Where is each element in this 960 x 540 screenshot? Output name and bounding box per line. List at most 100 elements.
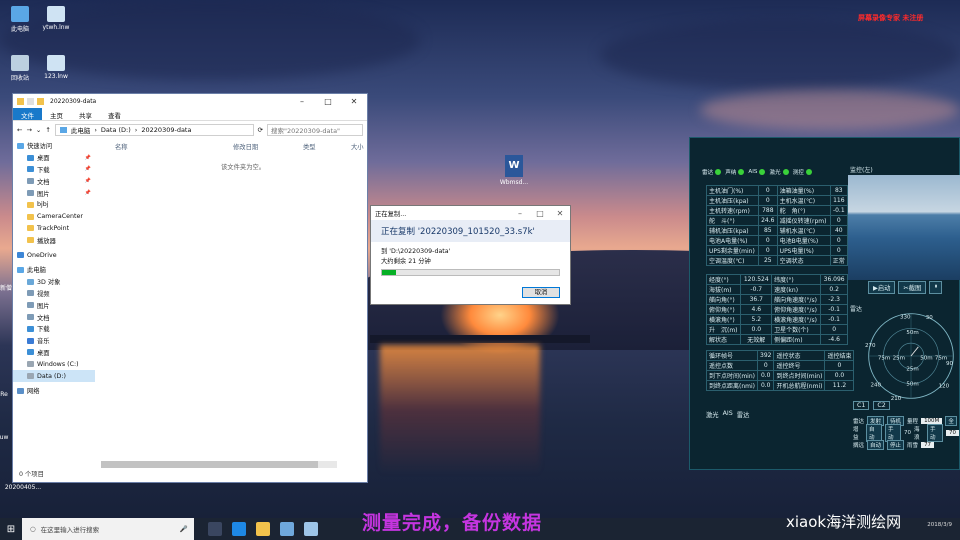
recent-chevron-icon[interactable]: ⌄ [36,126,41,134]
minimize-button[interactable]: – [289,97,315,106]
column-size[interactable]: 大小 [351,142,364,151]
radar-control[interactable]: 70 [946,430,959,436]
ribbon-tab-view[interactable]: 查看 [100,108,129,120]
close-button[interactable]: ✕ [341,97,367,106]
copy-close-button[interactable]: ✕ [550,209,570,218]
camera-pause-button[interactable]: ⏸ [929,281,943,294]
address-bar[interactable]: 此电脑 › Data (D:) › 20220309-data [54,123,254,136]
taskbar-clock[interactable]: 2018/3/9 [927,522,952,528]
search-input[interactable]: 搜索"20220309-data" [267,123,363,136]
copy-dialog-titlebar[interactable]: 正在复制... – □ ✕ [371,206,570,220]
tab-ais[interactable]: AIS [723,410,733,419]
pin-icon[interactable]: 📌 [85,190,91,196]
nav-item[interactable]: 3D 对象 [13,276,95,288]
nav-item[interactable]: 桌面 [13,347,95,359]
breadcrumb-this-pc[interactable]: 此电脑 [71,125,91,135]
nav-item[interactable]: 网络 [13,385,95,397]
camera-screenshot-button[interactable]: ✂截图 [898,281,927,294]
nav-item-label: Data (D:) [37,372,66,380]
maximize-button[interactable]: □ [315,97,341,106]
windows-start-icon[interactable]: ⊞ [0,518,22,540]
explorer-titlebar[interactable]: 20220309-data – □ ✕ [13,94,367,108]
camera-start-button[interactable]: ▶启动 [868,281,896,294]
desktop-icon-recycle-bin[interactable]: 回收站 [0,55,40,82]
tab-laser[interactable]: 激光 [706,410,719,419]
pin-icon[interactable]: 📌 [85,178,91,184]
nav-item[interactable]: 文档 📌 [13,175,95,187]
radar-control[interactable]: 停止 [887,440,905,450]
nav-item[interactable]: 图片 📌 [13,187,95,199]
nav-item[interactable]: 下载 [13,323,95,335]
back-arrow-icon[interactable]: ← [17,126,22,134]
nav-item[interactable]: CameraCenter [13,211,95,223]
cancel-button[interactable]: 取消 [522,287,560,298]
nav-item[interactable]: bjbj [13,199,95,211]
taskbar-search-input[interactable]: ○ 在这里输入进行搜索 🎤 [22,518,194,540]
nav-item[interactable]: Data (D:) [13,370,95,382]
new-folder-icon[interactable] [37,97,44,105]
nav-item[interactable]: 下载 📌 [13,164,95,176]
desktop-word-file[interactable]: W Wbmsd... [496,155,532,186]
microphone-icon[interactable]: 🎤 [180,525,188,533]
tab-radar[interactable]: 雷达 [737,410,750,419]
up-arrow-icon[interactable]: ↑ [45,126,50,134]
desktop-icon-ytwh[interactable]: ytwh.lnw [36,6,76,31]
column-modified[interactable]: 修改日期 [233,142,258,151]
camera-buttons: ▶启动 ✂截图 ⏸ [868,281,943,294]
ribbon-tab-file[interactable]: 文件 [13,108,42,120]
field-value: 0 [824,360,855,371]
copy-maximize-button[interactable]: □ [530,209,550,218]
recorder-overlay-text: 屏幕录像专家 未注册 [858,14,924,22]
horizontal-scrollbar[interactable] [101,461,337,468]
pin-icon[interactable]: 📌 [85,155,91,161]
video-subtitle: 测量完成，备份数据 [362,512,543,534]
nav-item[interactable]: OneDrive [13,249,95,261]
radar-tab-c1[interactable]: C1 [853,401,870,410]
nav-item[interactable]: 播放器 [13,234,95,246]
field-value: -2.3 [820,294,848,305]
radar-control[interactable]: 77 [921,442,935,448]
app-taskbar-icon-2[interactable] [304,522,318,536]
nav-item[interactable]: 桌面 📌 [13,152,95,164]
desktop-icon-123[interactable]: 123.lnw [36,55,76,80]
radar-control[interactable]: 手动 [927,424,943,442]
radar-channel-tabs: C1 C2 [853,401,890,410]
radar-ring-label: 25m [906,367,918,373]
desktop-icon-partial-4[interactable]: 20200405... [0,484,48,491]
nav-item-label: CameraCenter [37,213,83,221]
device-status-item: 测控 [793,168,812,176]
nav-item[interactable]: 视频 [13,288,95,300]
field-value: 36.7 [740,294,773,305]
edge-browser-icon[interactable] [232,522,246,536]
column-type[interactable]: 类型 [303,142,316,151]
field-label: 解状态 [705,334,742,345]
properties-icon[interactable] [27,97,34,105]
copy-minimize-button[interactable]: – [510,209,530,218]
radar-bearing-330: 330 [900,314,911,320]
nav-item[interactable]: 此电脑 [13,264,95,276]
copy-progress-dialog: 正在复制... – □ ✕ 正在复制 '20220309_101520_33.s… [370,205,571,305]
nav-item-icon [27,325,34,332]
pc-icon [59,126,67,133]
nav-item[interactable]: Windows (C:) [13,358,95,370]
nav-item[interactable]: TrackPoint [13,223,95,235]
radar-control[interactable]: 自动 [867,440,885,450]
ribbon-tab-home[interactable]: 主页 [42,108,71,120]
nav-item[interactable]: 快速访问 [13,140,95,152]
radar-control[interactable]: 全 [945,416,957,426]
app-taskbar-icon[interactable] [280,522,294,536]
nav-item[interactable]: 音乐 [13,335,95,347]
column-name[interactable]: 名称 [115,142,128,151]
file-explorer-taskbar-icon[interactable] [256,522,270,536]
pin-icon[interactable]: 📌 [85,166,91,172]
refresh-icon[interactable]: ⟳ [258,126,263,134]
nav-item[interactable]: 文档 [13,311,95,323]
nav-item[interactable]: 图片 [13,299,95,311]
radar-tab-c2[interactable]: C2 [873,401,890,410]
task-view-icon[interactable] [208,522,222,536]
forward-arrow-icon[interactable]: → [26,126,31,134]
breadcrumb-folder[interactable]: 20220309-data [141,126,191,134]
ribbon-tab-share[interactable]: 共享 [71,108,100,120]
breadcrumb-drive[interactable]: Data (D:) [101,126,131,134]
desktop-icon-this-pc[interactable]: 此电脑 [0,6,40,33]
